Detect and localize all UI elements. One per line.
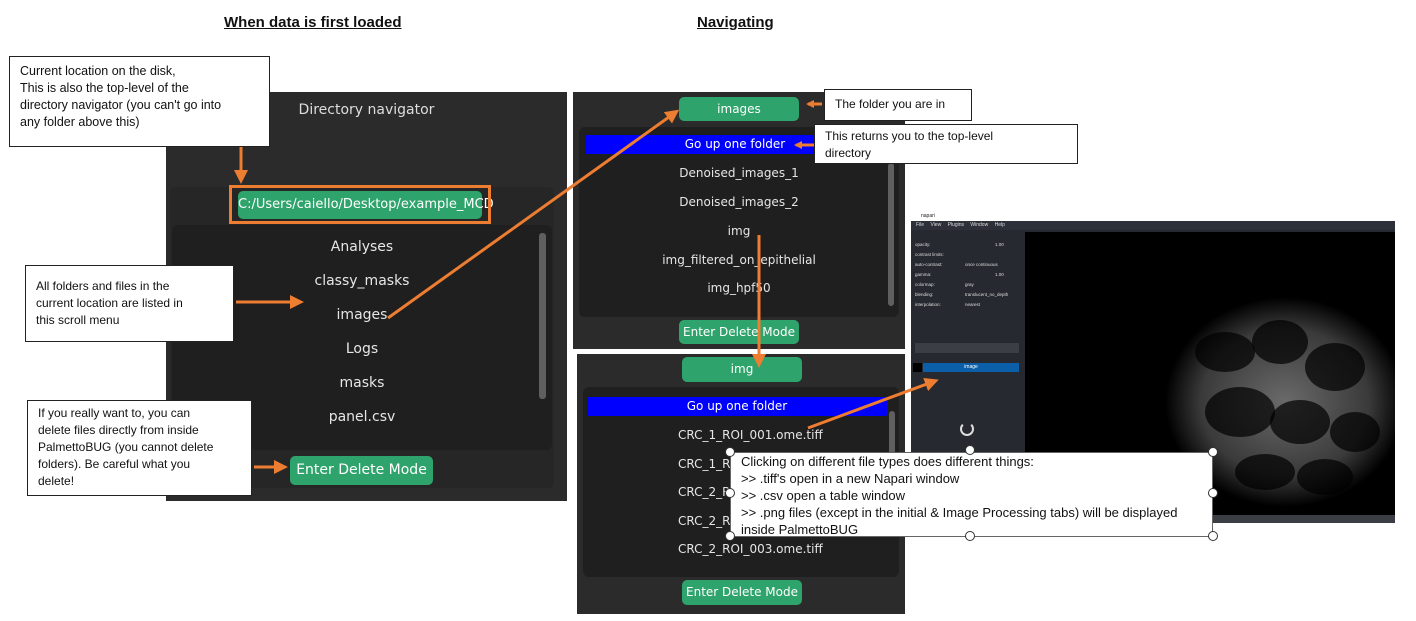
menu-item[interactable]: View	[930, 222, 941, 228]
scrollbar[interactable]	[888, 163, 894, 306]
resize-handle[interactable]	[965, 531, 975, 541]
callout-current-location: Current location on the disk, This is al…	[9, 56, 270, 147]
callout-line: delete files directly from inside	[38, 423, 199, 437]
control-label: opacity: 1.00	[915, 242, 1004, 247]
go-up-one-folder-button[interactable]: Go up one folder	[587, 397, 887, 416]
callout-all-folders: All folders and files in the current loc…	[25, 265, 234, 342]
enter-delete-mode-button[interactable]: Enter Delete Mode	[290, 456, 433, 485]
textbox-line: Clicking on different file types does di…	[741, 454, 1034, 469]
enter-delete-mode-button[interactable]: Enter Delete Mode	[682, 580, 802, 605]
callout-line: folders). Be careful what you	[38, 457, 191, 471]
list-item[interactable]: Analyses	[172, 239, 552, 255]
layer-item[interactable]: image	[923, 363, 1019, 372]
control-label: gamma: 1.00	[915, 272, 1004, 277]
current-folder-button[interactable]: images	[679, 97, 799, 121]
callout-line: The folder you are in	[835, 97, 946, 111]
heading-first-loaded: When data is first loaded	[224, 14, 402, 31]
control-label: contrast limits:	[915, 252, 944, 257]
list-item[interactable]: CRC_1_ROI_001.ome.tiff	[583, 428, 899, 442]
callout-line: PalmettoBUG (you cannot delete	[38, 440, 214, 454]
control-label: auto-contrast: once continuous	[915, 262, 998, 267]
callout-line: current location are listed in	[36, 296, 183, 310]
menu-item[interactable]: Window	[970, 222, 988, 228]
list-item[interactable]: Denoised_images_2	[579, 195, 899, 209]
textbox-line: >> .csv open a table window	[741, 488, 906, 503]
callout-line: directory	[825, 146, 872, 160]
list-item[interactable]: CRC_2_ROI_003.ome.tiff	[583, 542, 899, 556]
rotate-icon[interactable]	[960, 422, 974, 436]
napari-menu-bar: File View Plugins Window Help	[911, 221, 1395, 230]
menu-item[interactable]: File	[916, 222, 924, 228]
control-label: colormap: gray	[915, 282, 974, 287]
callout-top-level: This returns you to the top-level direct…	[814, 124, 1078, 164]
resize-handle[interactable]	[1208, 531, 1218, 541]
resize-handle[interactable]	[725, 447, 735, 457]
textbox-line: >> .tiff's open in a new Napari window	[741, 471, 960, 486]
layer-toolbar	[915, 343, 1019, 353]
resize-handle[interactable]	[1208, 488, 1218, 498]
enter-delete-mode-button[interactable]: Enter Delete Mode	[679, 320, 799, 344]
callout-line: delete!	[38, 474, 75, 488]
callout-line: This returns you to the top-level	[825, 129, 994, 143]
resize-handle[interactable]	[725, 488, 735, 498]
control-label: interpolation: nearest	[915, 302, 981, 307]
path-highlight-box	[229, 185, 491, 224]
textbox-line: >> .png files (except in the initial & I…	[741, 505, 1178, 520]
callout-line: All folders and files in the	[36, 279, 170, 293]
menu-item[interactable]: Help	[995, 222, 1005, 228]
heading-navigating: Navigating	[697, 14, 774, 31]
list-item[interactable]: masks	[172, 375, 552, 391]
resize-handle[interactable]	[725, 531, 735, 541]
list-item[interactable]: img_filtered_on_epithelial	[579, 253, 899, 267]
callout-delete: If you really want to, you can delete fi…	[27, 400, 252, 496]
callout-line: If you really want to, you can	[38, 406, 191, 420]
menu-item[interactable]: Plugins	[948, 222, 964, 228]
resize-handle[interactable]	[965, 445, 975, 455]
layer-thumbnail	[913, 363, 922, 372]
callout-line: This is also the top-level of the	[20, 81, 189, 95]
list-item[interactable]: img_hpf50	[579, 281, 899, 295]
callout-line: this scroll menu	[36, 313, 120, 327]
current-folder-button[interactable]: img	[682, 357, 802, 382]
callout-line: Current location on the disk,	[20, 64, 176, 78]
list-item[interactable]: img	[579, 224, 899, 238]
list-item[interactable]: Denoised_images_1	[579, 166, 899, 180]
resize-handle[interactable]	[1208, 447, 1218, 457]
list-item[interactable]: Logs	[172, 341, 552, 357]
callout-folder-you-are-in: The folder you are in	[824, 89, 972, 121]
control-label: blending: translucent_no_depth	[915, 292, 1009, 297]
file-types-textbox: Clicking on different file types does di…	[730, 452, 1213, 537]
callout-line: any folder above this)	[20, 115, 140, 129]
napari-title-bar: napari	[911, 212, 1395, 221]
scrollbar[interactable]	[539, 233, 546, 399]
callout-line: directory navigator (you can't go into	[20, 98, 222, 112]
